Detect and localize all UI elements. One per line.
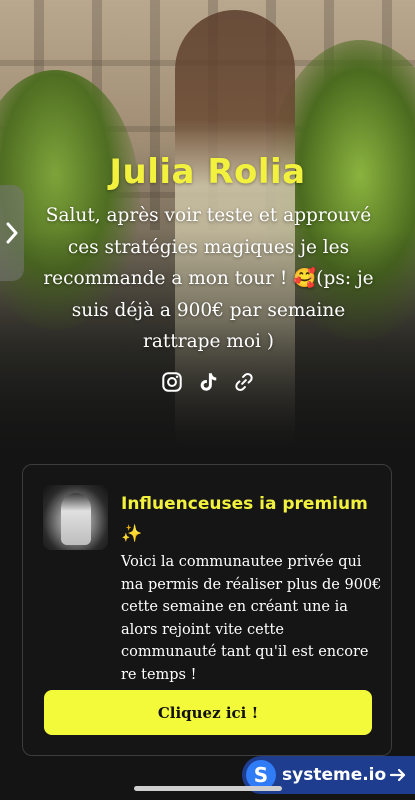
badge-brand-text: systeme.io — [282, 765, 387, 785]
offer-thumbnail — [43, 485, 108, 550]
profile-bio: Salut, après voir teste et approuvé ces … — [43, 205, 374, 352]
thumbnail-figure — [61, 493, 91, 545]
arrow-right-icon — [389, 768, 406, 782]
cta-button[interactable]: Cliquez ici ! — [44, 690, 372, 735]
social-links — [0, 371, 415, 393]
home-indicator[interactable] — [134, 786, 282, 791]
offer-card: Influenceuses ia premium ✨ Voici la comm… — [22, 464, 392, 756]
tiktok-icon[interactable] — [197, 371, 219, 393]
offer-title: Influenceuses ia premium ✨ — [121, 494, 368, 544]
instagram-icon[interactable] — [161, 371, 183, 393]
side-drawer-handle[interactable] — [0, 185, 24, 281]
profile-name: Julia Rolia — [109, 152, 306, 192]
link-icon[interactable] — [233, 371, 255, 393]
offer-description: Voici la communautee privée qui ma permi… — [121, 554, 382, 683]
chevron-right-icon — [6, 222, 18, 244]
